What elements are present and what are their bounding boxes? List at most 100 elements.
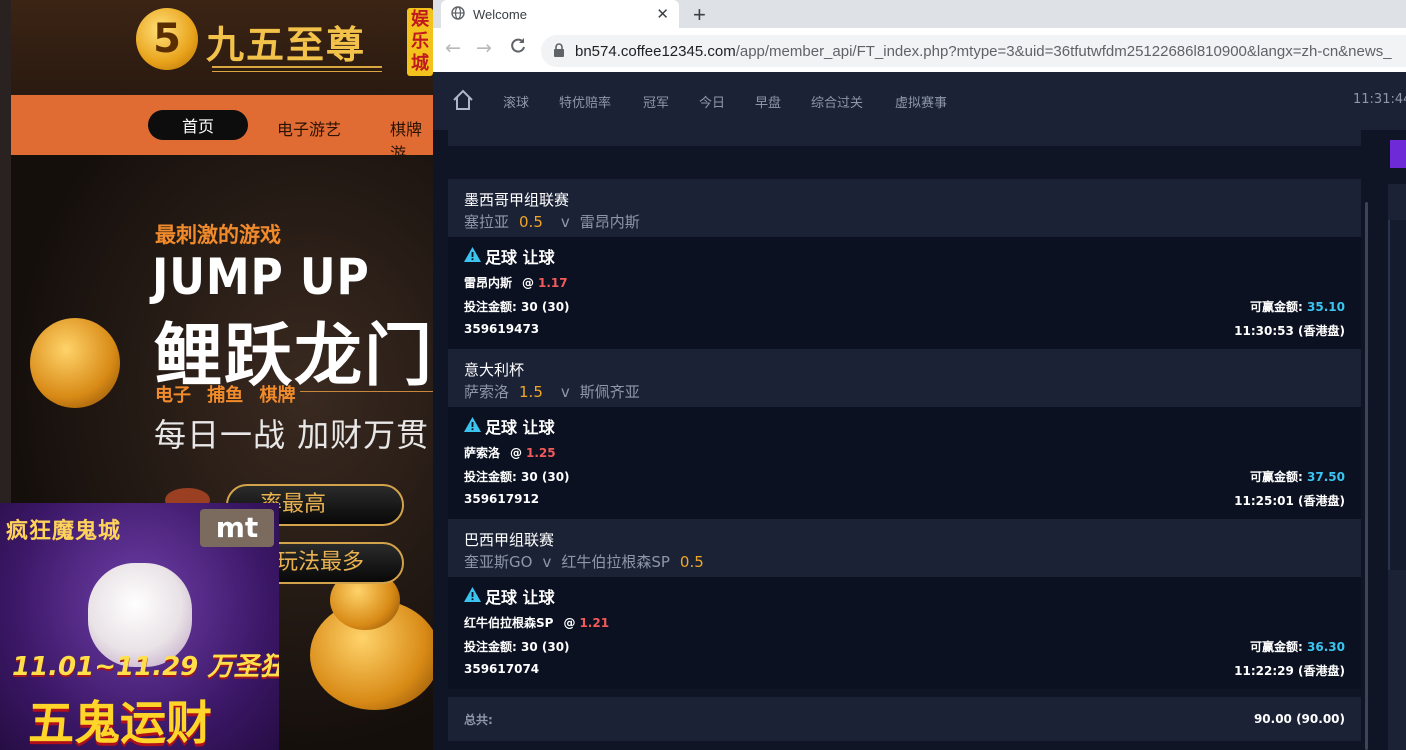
promo-brand-badge: mt (200, 509, 274, 547)
logo-tag: 娱乐城 (407, 8, 433, 76)
bet-pick: 红牛伯拉根森SP @1.21 (464, 614, 1345, 630)
at-sign: @ (510, 446, 523, 460)
bet-type-label: 足球 让球 (485, 248, 555, 267)
nav-special-odds[interactable]: 特优赔率 (559, 92, 611, 111)
total-label: 总共: (464, 712, 493, 727)
hero-eyebrow: 最刺激的游戏 (155, 223, 281, 247)
warning-icon (464, 246, 481, 266)
stake: 投注金额: 30 (30) (464, 298, 570, 314)
hero-divider (300, 391, 433, 392)
bet-page: 滚球 特优赔率 冠军 今日 早盘 综合过关 虚拟赛事 11:31:44 墨西哥甲… (433, 72, 1406, 750)
logo-text[interactable]: 九五至尊 (206, 14, 366, 69)
league-name: 墨西哥甲组联赛 (464, 191, 570, 209)
coin-decoration (30, 318, 120, 408)
match-teams: 奎亚斯GO v 红牛伯拉根森SP 0.5 (464, 551, 1345, 572)
match-header: 巴西甲组联赛 奎亚斯GO v 红牛伯拉根森SP 0.5 (448, 519, 1361, 577)
hero-daily: 每日一战 加财万贯 (154, 416, 430, 454)
win-value: 37.50 (1307, 470, 1345, 484)
new-tab-icon[interactable]: + (693, 2, 706, 28)
bet-slip: 足球 让球 萨索洛 @1.25 投注金额: 30 (30) 可赢金额: 37.50… (448, 407, 1361, 519)
nav-live[interactable]: 滚球 (503, 92, 529, 111)
bet-type-label: 足球 让球 (485, 588, 555, 607)
browser-window: Welcome ✕ + ← → bn574.coffee12345.com /a… (433, 0, 1406, 750)
close-icon[interactable]: ✕ (656, 5, 669, 23)
win-label: 可赢金额: (1250, 640, 1303, 654)
bet-type: 足球 让球 (464, 245, 1345, 267)
win-value: 36.30 (1307, 640, 1345, 654)
team-away: 雷昂内斯 (579, 213, 640, 231)
nav-today[interactable]: 今日 (699, 92, 725, 111)
league-name: 意大利杯 (464, 361, 525, 379)
casino-site: 5 九五至尊 娱乐城 首页 电子游艺 棋牌游 最刺激的游戏 JUMP UP 鲤跃… (0, 0, 433, 750)
clock: 11:31:44 (1353, 92, 1406, 107)
win-label: 可赢金额: (1250, 470, 1303, 484)
bet-list: 墨西哥甲组联赛 塞拉亚 0.5 v 雷昂内斯 足球 让球 雷昂内斯 @1.17 投注金额… (448, 130, 1361, 750)
stake: 投注金额: 30 (30) (464, 468, 570, 484)
reload-icon[interactable] (509, 37, 527, 60)
bet-time: 11:22:29 (香港盘) (1234, 664, 1345, 678)
win-value: 35.10 (1307, 300, 1345, 314)
versus: v (542, 553, 552, 571)
payout: 可赢金额: 37.50 (1250, 468, 1345, 484)
pick-team: 红牛伯拉根森SP (464, 616, 554, 630)
total-value: 90.00 (90.00) (1253, 712, 1345, 726)
stake-label: 投注金额: (464, 470, 517, 484)
payout: 可赢金额: 36.30 (1250, 638, 1345, 654)
promo-date: 11.01~11.29 万圣狂欢 (12, 652, 279, 682)
logo-ornament (212, 66, 382, 72)
nav-outright[interactable]: 冠军 (643, 92, 669, 111)
total-row: 总共: 90.00 (90.00) (448, 697, 1361, 741)
team-away: 红牛伯拉根森SP (561, 553, 670, 571)
hero-categories: 电子 捕鱼 棋牌 (155, 385, 296, 406)
scrollbar[interactable] (1365, 202, 1368, 750)
side-tab[interactable] (1390, 140, 1406, 168)
win-label: 可赢金额: (1250, 300, 1303, 314)
amount-row: 投注金额: 30 (30) 可赢金额: 37.50 (464, 468, 1345, 484)
match-teams: 萨索洛 1.5 v 斯佩齐亚 (464, 381, 1345, 402)
site-nav-home[interactable]: 首页 (148, 110, 248, 140)
versus: v (560, 213, 570, 231)
match-header: 墨西哥甲组联赛 塞拉亚 0.5 v 雷昂内斯 (448, 179, 1361, 237)
amount-row: 投注金额: 30 (30) 可赢金额: 35.10 (464, 298, 1345, 314)
ticket-id: 359619473 (464, 322, 540, 336)
ticket-row: 359617074 11:22:29 (香港盘) (464, 662, 1345, 678)
lock-icon[interactable] (553, 42, 565, 61)
right-panel-inner (1388, 220, 1406, 570)
odds-value: 1.25 (526, 446, 556, 460)
home-icon[interactable] (452, 89, 474, 115)
at-sign: @ (563, 616, 576, 630)
toolbar: ← → bn574.coffee12345.com /app/member_ap… (433, 28, 1406, 72)
stake-label: 投注金额: (464, 300, 517, 314)
bet-type: 足球 让球 (464, 415, 1345, 437)
league-name: 巴西甲组联赛 (464, 531, 555, 549)
bet-type-label: 足球 让球 (485, 418, 555, 437)
pick-team: 萨索洛 (464, 446, 501, 460)
site-nav-egames[interactable]: 电子游艺 (277, 116, 341, 140)
logo-badge[interactable]: 5 (136, 8, 198, 70)
handicap: 1.5 (519, 383, 543, 401)
nav-parlay[interactable]: 综合过关 (811, 92, 863, 111)
nav-virtual[interactable]: 虚拟赛事 (895, 92, 947, 111)
back-arrow-icon[interactable]: ← (445, 37, 461, 59)
promo-banner[interactable]: 疯狂魔鬼城 mt 11.01~11.29 万圣狂欢 五鬼运财 (0, 503, 279, 750)
stake-value: 30 (30) (521, 470, 570, 484)
match-header: 意大利杯 萨索洛 1.5 v 斯佩齐亚 (448, 349, 1361, 407)
forward-arrow-icon[interactable]: → (476, 37, 492, 59)
pick-team: 雷昂内斯 (464, 276, 513, 290)
stake: 投注金额: 30 (30) (464, 638, 570, 654)
stake-label: 投注金额: (464, 640, 517, 654)
team-home: 奎亚斯GO (464, 553, 533, 571)
promo-slogan: 五鬼运财 (28, 696, 212, 750)
bet-time: 11:25:01 (香港盘) (1234, 494, 1345, 508)
match-teams: 塞拉亚 0.5 v 雷昂内斯 (464, 211, 1345, 232)
bet-pick: 雷昂内斯 @1.17 (464, 274, 1345, 290)
site-nav: 首页 电子游艺 棋牌游 (11, 95, 433, 163)
tab-bar: Welcome ✕ + (433, 0, 1406, 28)
bet-pick: 萨索洛 @1.25 (464, 444, 1345, 460)
browser-tab[interactable]: Welcome ✕ (441, 0, 679, 28)
url-host: bn574.coffee12345.com (575, 42, 736, 60)
warning-icon (464, 416, 481, 436)
address-bar[interactable]: bn574.coffee12345.com /app/member_api/FT… (541, 35, 1406, 67)
screen: 5 九五至尊 娱乐城 首页 电子游艺 棋牌游 最刺激的游戏 JUMP UP 鲤跃… (0, 0, 1406, 750)
nav-early[interactable]: 早盘 (755, 92, 781, 111)
